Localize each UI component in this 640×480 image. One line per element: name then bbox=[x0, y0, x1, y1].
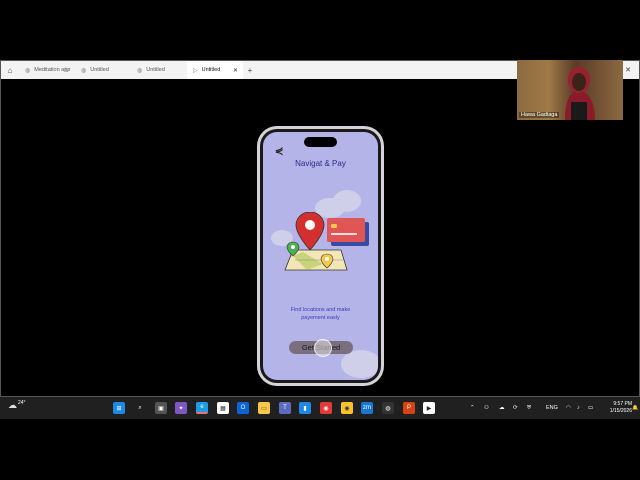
security-icon[interactable]: ⛨ bbox=[527, 397, 531, 419]
play-icon: ▷ bbox=[193, 67, 198, 74]
screen: ⌂ ◍ Meditation app ↻ ◍ Untitled ◍ Untitl… bbox=[0, 0, 640, 480]
prototype-canvas: ⋞ Navigat & Pay Find locations and make … bbox=[1, 79, 639, 396]
tray-app-icon[interactable]: ⚇ bbox=[484, 397, 489, 419]
tab-meditation-app[interactable]: ◍ Meditation app ↻ bbox=[19, 61, 75, 79]
tab-label: Untitled bbox=[90, 67, 109, 73]
weather-widget[interactable]: ☁ 24° bbox=[8, 400, 26, 411]
tab-label: Untitled bbox=[146, 67, 165, 73]
app-title: Navigat & Pay bbox=[295, 159, 346, 168]
chrome-icon[interactable]: ◉ bbox=[320, 402, 332, 414]
date: 1/15/2026 bbox=[609, 408, 632, 414]
app-icon[interactable]: ▮ bbox=[299, 402, 311, 414]
edge-icon[interactable]: e bbox=[196, 402, 208, 414]
task-view-icon[interactable]: ▣ bbox=[155, 402, 167, 414]
figma-icon: ◍ bbox=[25, 67, 31, 74]
wifi-icon[interactable]: ◠ bbox=[566, 397, 571, 419]
powerpoint-icon[interactable]: P bbox=[403, 402, 415, 414]
close-tab-icon[interactable]: ✕ bbox=[233, 67, 238, 74]
store-icon[interactable]: ▦ bbox=[217, 402, 229, 414]
language-indicator[interactable]: ENG bbox=[546, 397, 558, 419]
credit-card-icon bbox=[327, 218, 369, 246]
presenter-name: Hawa Gadiaga bbox=[519, 112, 560, 118]
search-icon[interactable]: ⌕ bbox=[134, 402, 146, 414]
copilot-icon[interactable]: ✦ bbox=[175, 402, 187, 414]
dynamic-island bbox=[304, 137, 337, 147]
tab-untitled-active[interactable]: ▷ Untitled ✕ bbox=[187, 61, 243, 79]
map-pin-icon bbox=[295, 212, 325, 251]
phone-frame: ⋞ Navigat & Pay Find locations and make … bbox=[257, 126, 384, 386]
loading-icon: ↻ bbox=[63, 67, 69, 74]
volume-icon[interactable]: ♪ bbox=[577, 397, 580, 419]
figma-icon: ◍ bbox=[81, 67, 87, 74]
weather-temp: 24° bbox=[18, 399, 26, 406]
taskbar: ☁ 24° ⊞ ⌕ ▣ ✦ e ▦ O ▭ T ▮ ◉ ◉ zm ◍ P ▶ ⌃… bbox=[0, 397, 640, 419]
tab-untitled-2[interactable]: ◍ Untitled bbox=[131, 61, 187, 79]
zoom-icon[interactable]: zm bbox=[361, 402, 373, 414]
media-player-icon[interactable]: ▶ bbox=[423, 402, 435, 414]
phone-screen: ⋞ Navigat & Pay Find locations and make … bbox=[263, 132, 378, 380]
notification-bell-icon[interactable]: 🔔 bbox=[632, 405, 638, 411]
cloudy-weather-icon: ☁ bbox=[8, 400, 17, 410]
windows-start-icon[interactable]: ⊞ bbox=[113, 402, 125, 414]
tagline: Find locations and make payement easly bbox=[290, 307, 351, 321]
cursor-indicator bbox=[314, 339, 332, 357]
file-explorer-icon[interactable]: ▭ bbox=[258, 402, 270, 414]
cloud-decoration bbox=[341, 350, 378, 378]
teams-icon[interactable]: T bbox=[279, 402, 291, 414]
map-pin-card-illustration bbox=[284, 212, 369, 271]
tab-untitled-1[interactable]: ◍ Untitled bbox=[75, 61, 131, 79]
cloud-sync-icon[interactable]: ☁ bbox=[499, 397, 505, 419]
new-tab-button[interactable]: + bbox=[243, 66, 257, 75]
figma-icon: ◍ bbox=[137, 67, 143, 74]
tab-label: Untitled bbox=[201, 67, 221, 73]
webcam-overlay: Hawa Gadiaga bbox=[517, 60, 623, 120]
show-hidden-icons-icon[interactable]: ⌃ bbox=[470, 397, 475, 419]
battery-icon[interactable]: ▭ bbox=[588, 397, 593, 419]
home-icon[interactable]: ⌂ bbox=[1, 61, 19, 79]
outlook-icon[interactable]: O bbox=[237, 402, 249, 414]
figma-icon[interactable]: ◍ bbox=[382, 402, 394, 414]
chrome-canary-icon[interactable]: ◉ bbox=[341, 402, 353, 414]
time: 9:57 PM bbox=[613, 401, 632, 407]
back-arrow-icon[interactable]: ⋞ bbox=[275, 146, 283, 157]
refresh-icon[interactable]: ⟳ bbox=[513, 397, 518, 419]
presenter-avatar bbox=[565, 67, 595, 120]
clock[interactable]: 9:57 PM 1/15/2026 bbox=[610, 401, 632, 415]
